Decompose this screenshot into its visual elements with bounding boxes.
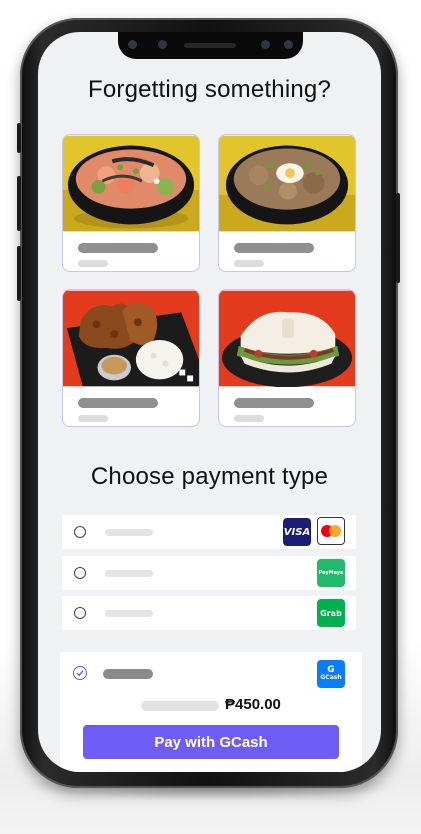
- sensor-icon: [158, 40, 167, 49]
- food-photo-fried-chicken: [63, 290, 199, 387]
- visa-icon: VISA: [283, 518, 311, 546]
- proximity-sensor-icon: [261, 40, 270, 49]
- volume-up-button: [17, 176, 21, 231]
- gcash-icon: G GCash: [317, 660, 345, 688]
- upsell-item-card[interactable]: [62, 289, 200, 427]
- paymaya-icon: PayMaya: [317, 559, 345, 587]
- check-icon[interactable]: [73, 666, 87, 680]
- app-screen: Forgetting something? Choose payment typ…: [38, 32, 381, 772]
- pay-with-gcash-button[interactable]: Pay with GCash: [83, 725, 339, 759]
- food-photo-poke-bowl: [63, 135, 199, 232]
- upsell-item-card[interactable]: [62, 134, 200, 272]
- item-price-placeholder: [78, 415, 108, 422]
- payment-option-gcash-selected[interactable]: G GCash ₱450.00 Pay with GCash: [60, 652, 362, 772]
- radio-button[interactable]: [74, 526, 86, 538]
- item-name-placeholder: [234, 243, 314, 253]
- camera-icon: [128, 40, 137, 49]
- power-button: [396, 193, 400, 283]
- speaker-grille: [184, 43, 236, 48]
- phone-notch: [118, 32, 303, 59]
- gcash-logo-text: GCash: [320, 674, 342, 681]
- upsell-title: Forgetting something?: [87, 76, 331, 103]
- payment-option-grab[interactable]: Grab: [62, 596, 356, 630]
- radio-button[interactable]: [74, 607, 86, 619]
- payment-option-paymaya[interactable]: PayMaya: [62, 556, 356, 590]
- payment-option-label-placeholder: [103, 669, 153, 679]
- grab-icon: Grab: [317, 599, 345, 627]
- item-name-placeholder: [78, 243, 158, 253]
- upsell-item-card[interactable]: [218, 289, 356, 427]
- payment-title: Choose payment type: [90, 463, 329, 490]
- gcash-symbol-icon: G: [327, 665, 335, 675]
- volume-down-button: [17, 246, 21, 301]
- front-camera-icon: [284, 40, 293, 49]
- payment-option-card[interactable]: VISA: [62, 515, 356, 549]
- item-price-placeholder: [234, 415, 264, 422]
- food-photo-rice-bowl: [219, 135, 355, 232]
- mute-switch: [17, 123, 21, 153]
- upsell-item-card[interactable]: [218, 134, 356, 272]
- item-name-placeholder: [234, 398, 314, 408]
- total-amount: ₱450.00: [225, 696, 281, 713]
- item-price-placeholder: [234, 260, 264, 267]
- food-photo-bao-sandwich: [219, 290, 355, 387]
- item-name-placeholder: [78, 398, 158, 408]
- radio-button[interactable]: [74, 567, 86, 579]
- item-price-placeholder: [78, 260, 108, 267]
- payment-option-label-placeholder: [105, 570, 153, 577]
- payment-option-label-placeholder: [105, 529, 153, 536]
- mastercard-icon: [317, 517, 345, 545]
- amount-label-placeholder: [141, 701, 219, 711]
- payment-option-label-placeholder: [105, 610, 153, 617]
